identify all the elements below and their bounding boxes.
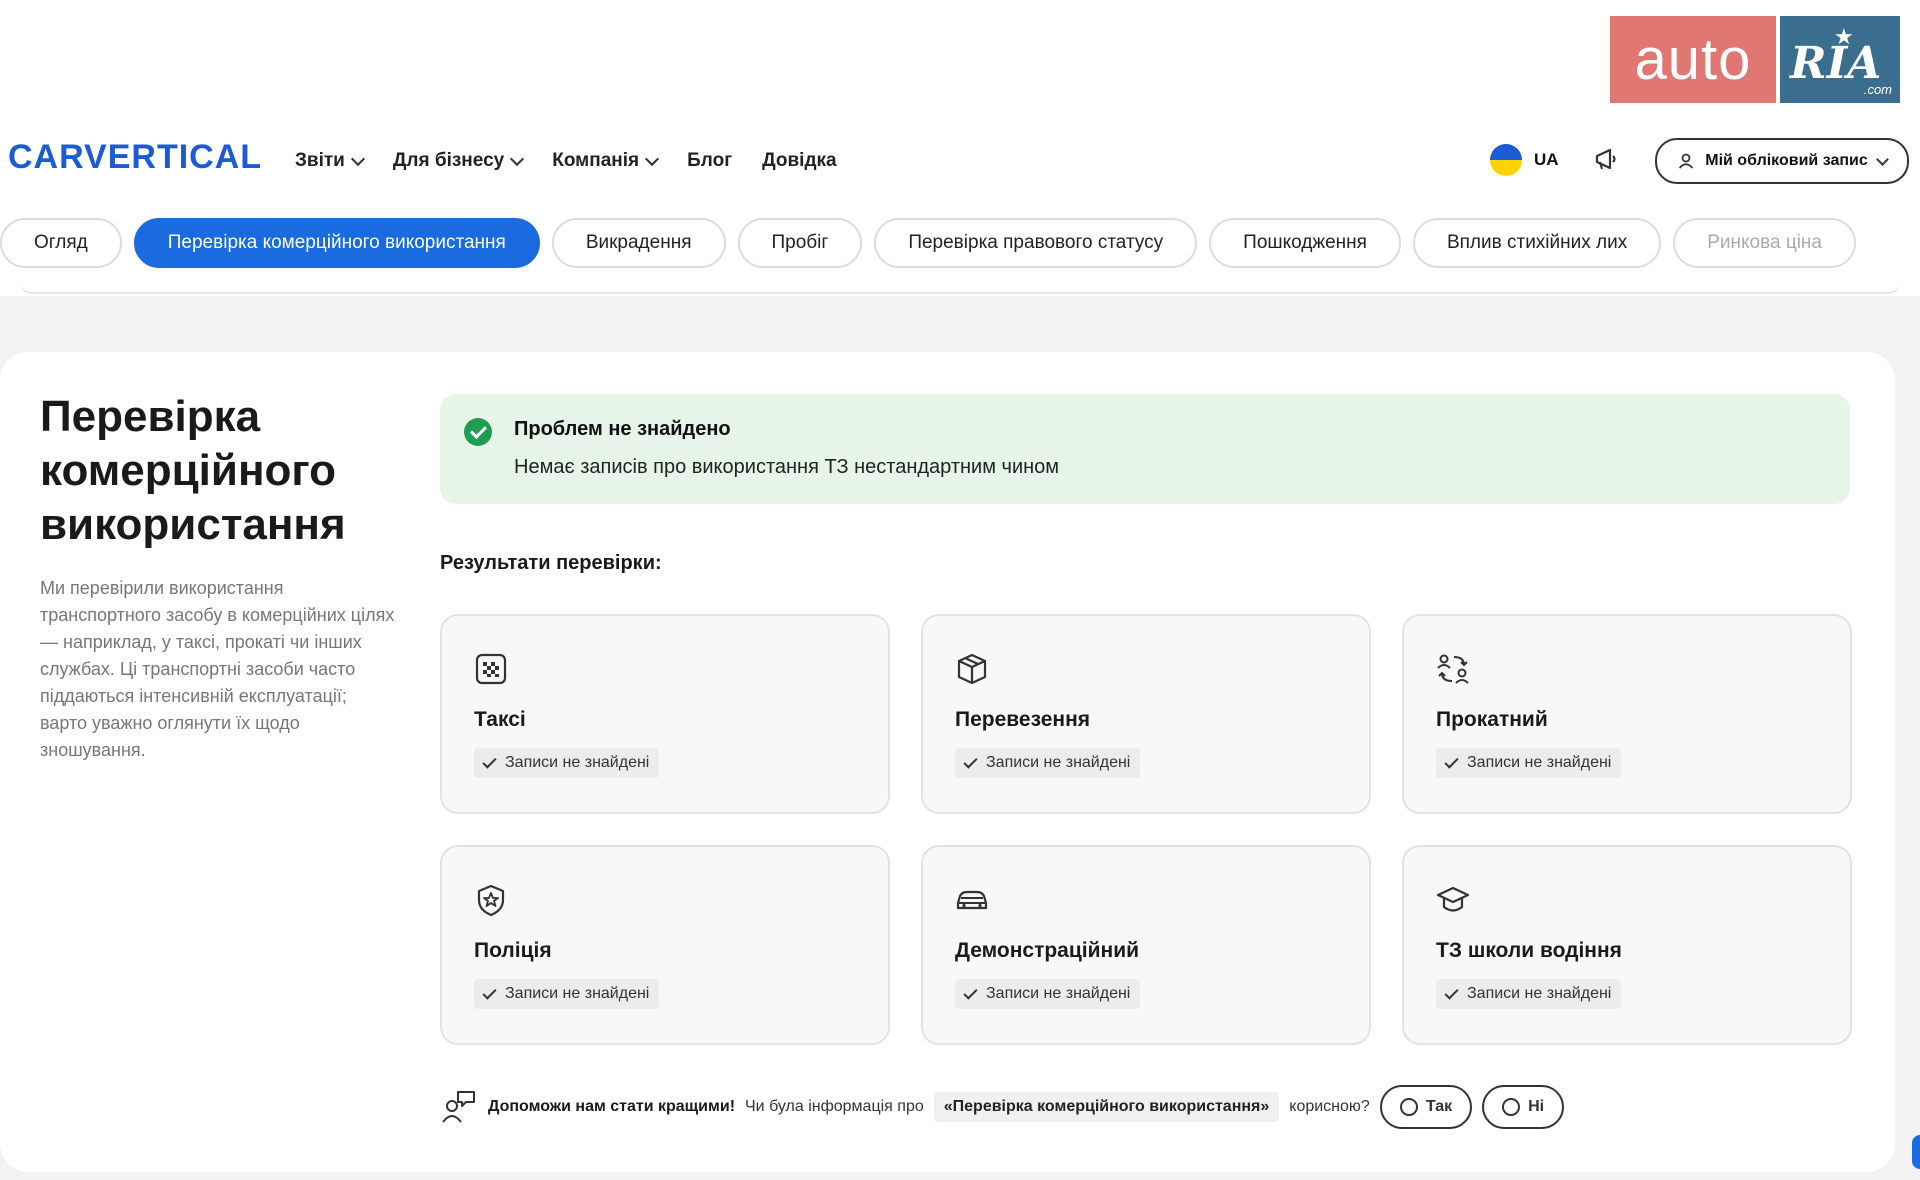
check-icon (482, 753, 497, 769)
result-name: ТЗ школи водіння (1436, 939, 1622, 962)
graduation-cap-icon (1436, 886, 1470, 912)
tab-market-price[interactable]: Ринкова ціна (1673, 218, 1856, 268)
section-tabs: Огляд Перевірка комерційного використанн… (0, 218, 1920, 270)
status-title: Проблем не знайдено (514, 418, 731, 440)
divider (20, 282, 1900, 294)
nav-blog[interactable]: Блог (687, 150, 732, 172)
result-name: Перевезення (955, 708, 1091, 731)
check-icon (1444, 984, 1459, 1000)
main-nav: Звіти Для бізнесу Компанія Блог Довідка (295, 150, 837, 172)
account-button[interactable]: Мій обліковий запис (1655, 138, 1909, 184)
status-badge: Записи не знайдені (1436, 979, 1622, 1009)
check-icon (963, 753, 978, 769)
result-card-taxi: Таксі Записи не знайдені (440, 614, 890, 814)
rental-icon (1437, 654, 1469, 684)
watermark-ria: ★ RIA .com (1780, 16, 1900, 103)
feedback-topic: «Перевірка комерційного використання» (933, 1092, 1280, 1122)
status-badge: Записи не знайдені (955, 979, 1141, 1009)
check-icon (482, 984, 497, 1000)
car-icon (956, 890, 988, 910)
nav-company[interactable]: Компанія (552, 150, 660, 172)
check-icon (963, 984, 978, 1000)
check-circle-icon (464, 418, 492, 446)
megaphone-icon[interactable] (1592, 144, 1622, 174)
status-badge: Записи не знайдені (1436, 748, 1622, 778)
tab-commercial-use[interactable]: Перевірка комерційного використання (133, 218, 540, 268)
result-card-driving-school: ТЗ школи водіння Записи не знайдені (1402, 845, 1852, 1045)
neutral-face-icon (1502, 1098, 1521, 1116)
feedback-yes-button[interactable]: Так (1379, 1085, 1473, 1129)
page-title: Перевірка комерційного використання (40, 392, 346, 549)
status-badge: Записи не знайдені (474, 748, 660, 778)
tab-natural-disasters[interactable]: Вплив стихійних лих (1412, 218, 1662, 268)
nav-help[interactable]: Довідка (762, 150, 836, 172)
site-header: CARVERTICAL Звіти Для бізнесу Компанія Б… (0, 120, 1920, 200)
watermark-auto: auto (1610, 16, 1776, 103)
result-card-rental: Прокатний Записи не знайдені (1402, 614, 1852, 814)
result-name: Прокатний (1436, 708, 1548, 731)
chevron-down-icon (645, 151, 660, 167)
nav-reports[interactable]: Звіти (295, 150, 365, 172)
feedback-lead: Допоможи нам стати кращими! (488, 1098, 736, 1115)
police-badge-icon (477, 884, 505, 917)
feedback-question-pre: Чи була інформація про (745, 1098, 924, 1115)
tab-damage[interactable]: Пошкодження (1209, 218, 1401, 268)
user-icon (1679, 153, 1694, 169)
result-card-demo: Демонстраційний Записи не знайдені (921, 845, 1371, 1045)
tab-theft[interactable]: Викрадення (551, 218, 726, 268)
chevron-down-icon (510, 151, 525, 167)
chevron-down-icon (350, 151, 365, 167)
box-icon (957, 653, 987, 685)
status-badge: Записи не знайдені (955, 748, 1141, 778)
feedback-question-post: корисною? (1289, 1098, 1370, 1115)
result-name: Таксі (474, 708, 526, 731)
result-name: Демонстраційний (955, 939, 1140, 962)
feedback-person-icon (442, 1091, 475, 1123)
result-name: Поліція (474, 939, 552, 962)
result-card-transport: Перевезення Записи не знайдені (921, 614, 1371, 814)
ukraine-flag-icon (1490, 144, 1522, 176)
feedback-no-button[interactable]: Ні (1482, 1085, 1565, 1129)
status-badge: Записи не знайдені (474, 979, 660, 1009)
tab-overview[interactable]: Огляд (0, 218, 122, 268)
carvertical-logo[interactable]: CARVERTICAL (8, 138, 262, 177)
tab-legal-status[interactable]: Перевірка правового статусу (874, 218, 1198, 268)
status-banner: Проблем не знайдено Немає записів про ви… (440, 394, 1850, 504)
section-description: Ми перевірили використання транспортного… (40, 578, 395, 760)
autoria-watermark: auto ★ RIA .com (1610, 16, 1900, 103)
check-icon (1444, 753, 1459, 769)
chevron-down-icon (1875, 152, 1889, 166)
results-heading: Результати перевірки: (440, 552, 662, 574)
language-selector[interactable]: UA (1490, 144, 1559, 176)
result-card-police: Поліція Записи не знайдені (440, 845, 890, 1045)
nav-business[interactable]: Для бізнесу (393, 150, 525, 172)
chat-widget-edge[interactable] (1912, 1135, 1920, 1169)
feedback-bar: Допоможи нам стати кращими! Чи була інфо… (440, 1085, 1565, 1129)
status-message: Немає записів про використання ТЗ нестан… (514, 456, 1060, 478)
smile-icon (1399, 1098, 1418, 1116)
taxi-icon (475, 653, 507, 685)
tab-mileage[interactable]: Пробіг (737, 218, 863, 268)
